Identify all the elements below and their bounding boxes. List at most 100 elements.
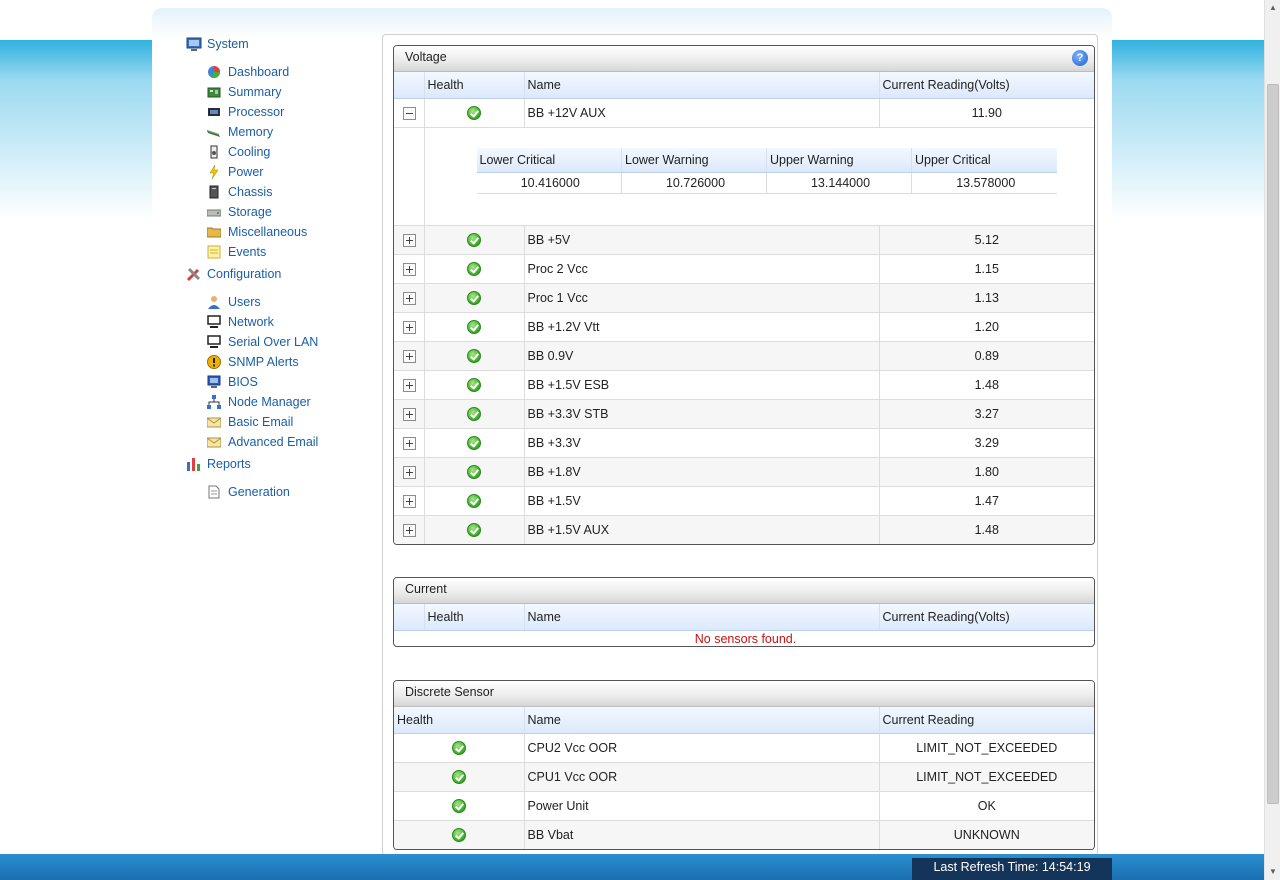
column-header-name[interactable]: Name — [524, 707, 880, 734]
table-row[interactable]: Proc 1 Vcc 1.13 — [394, 283, 1094, 313]
sidebar-item-label[interactable]: Summary — [228, 85, 281, 99]
sidebar-item-label[interactable]: SNMP Alerts — [228, 355, 299, 369]
sidebar-item-advanced-email[interactable]: Advanced Email — [186, 432, 376, 452]
table-row-expanded[interactable]: BB +12V AUX 11.90 — [394, 98, 1094, 128]
sidebar-item-users[interactable]: Users — [186, 292, 376, 312]
sidebar-item-label[interactable]: Users — [228, 295, 261, 309]
sidebar-item-label[interactable]: Advanced Email — [228, 435, 318, 449]
sidebar-item-storage[interactable]: Storage — [186, 202, 376, 222]
expand-cell[interactable] — [394, 457, 425, 487]
scroll-down-arrow-icon[interactable]: ▼ — [1265, 864, 1280, 880]
nav-group-system[interactable]: System — [186, 36, 376, 52]
table-row[interactable]: BB +1.5V 1.47 — [394, 486, 1094, 516]
nav-group-reports[interactable]: Reports — [186, 456, 376, 472]
scroll-up-arrow-icon[interactable]: ▲ — [1265, 0, 1280, 16]
table-row[interactable]: BB Vbat UNKNOWN — [394, 820, 1094, 849]
sidebar-item-label[interactable]: BIOS — [228, 375, 258, 389]
column-header-name[interactable]: Name — [524, 72, 880, 99]
expand-cell[interactable] — [394, 399, 425, 429]
expand-icon[interactable] — [403, 262, 417, 276]
sidebar-item-basic-email[interactable]: Basic Email — [186, 412, 376, 432]
sidebar-item-label[interactable]: Dashboard — [228, 65, 289, 79]
nav-group-configuration[interactable]: Configuration — [186, 266, 376, 282]
column-header-health[interactable]: Health — [394, 707, 525, 734]
table-row[interactable]: BB 0.9V 0.89 — [394, 341, 1094, 371]
sidebar-item-node-manager[interactable]: Node Manager — [186, 392, 376, 412]
expand-cell[interactable] — [394, 254, 425, 284]
sidebar-item-dashboard[interactable]: Dashboard — [186, 62, 376, 82]
column-header-health[interactable]: Health — [424, 604, 525, 631]
sidebar-item-events[interactable]: Events — [186, 242, 376, 262]
table-row[interactable]: BB +1.8V 1.80 — [394, 457, 1094, 487]
expand-icon[interactable] — [403, 523, 417, 537]
sidebar-item-label[interactable]: Serial Over LAN — [228, 335, 318, 349]
expand-cell[interactable] — [394, 370, 425, 400]
column-header-reading[interactable]: Current Reading — [879, 707, 1094, 734]
expand-icon[interactable] — [403, 233, 417, 247]
column-header-name[interactable]: Name — [524, 604, 880, 631]
table-row[interactable]: CPU2 Vcc OOR LIMIT_NOT_EXCEEDED — [394, 733, 1094, 763]
sidebar-item-label[interactable]: Power — [228, 165, 263, 179]
sidebar-item-snmp-alerts[interactable]: SNMP Alerts — [186, 352, 376, 372]
sidebar-item-label[interactable]: Processor — [228, 105, 284, 119]
sidebar-item-label[interactable]: Chassis — [228, 185, 272, 199]
sidebar-item-label[interactable]: Node Manager — [228, 395, 311, 409]
collapse-icon[interactable] — [403, 106, 417, 120]
expand-icon[interactable] — [403, 436, 417, 450]
sidebar-item-miscellaneous[interactable]: Miscellaneous — [186, 222, 376, 242]
bios-monitor-icon — [207, 375, 221, 388]
scroll-thumb[interactable] — [1267, 84, 1279, 804]
expand-cell[interactable] — [394, 283, 425, 313]
sidebar-item-serial-over-lan[interactable]: Serial Over LAN — [186, 332, 376, 352]
expand-icon[interactable] — [403, 291, 417, 305]
sidebar-item-processor[interactable]: Processor — [186, 102, 376, 122]
sidebar-item-bios[interactable]: BIOS — [186, 372, 376, 392]
sidebar-item-label[interactable]: Network — [228, 315, 274, 329]
table-row[interactable]: Power Unit OK — [394, 791, 1094, 821]
sidebar-item-summary[interactable]: Summary — [186, 82, 376, 102]
expand-icon[interactable] — [403, 320, 417, 334]
expand-cell[interactable] — [394, 225, 425, 255]
sidebar-item-label[interactable]: Basic Email — [228, 415, 293, 429]
nav-group-label[interactable]: System — [207, 37, 249, 51]
expand-cell[interactable] — [394, 312, 425, 342]
table-row[interactable]: BB +1.2V Vtt 1.20 — [394, 312, 1094, 342]
table-row[interactable]: BB +3.3V 3.29 — [394, 428, 1094, 458]
sidebar-item-label[interactable]: Generation — [228, 485, 290, 499]
table-row[interactable]: BB +1.5V AUX 1.48 — [394, 515, 1094, 544]
column-header-reading[interactable]: Current Reading(Volts) — [879, 72, 1094, 99]
sidebar-item-cooling[interactable]: Cooling — [186, 142, 376, 162]
sidebar-item-label[interactable]: Memory — [228, 125, 273, 139]
collapse-cell[interactable] — [394, 98, 425, 128]
expand-cell[interactable] — [394, 486, 425, 516]
vertical-scrollbar[interactable]: ▲ ▼ — [1264, 0, 1280, 880]
help-icon[interactable]: ? — [1072, 50, 1088, 66]
sidebar-item-power[interactable]: Power — [186, 162, 376, 182]
table-row[interactable]: Proc 2 Vcc 1.15 — [394, 254, 1094, 284]
sidebar-item-chassis[interactable]: Chassis — [186, 182, 376, 202]
sidebar-item-generation[interactable]: Generation — [186, 482, 376, 502]
column-header-health[interactable]: Health — [424, 72, 525, 99]
column-header-reading[interactable]: Current Reading(Volts) — [879, 604, 1094, 631]
sidebar-item-label[interactable]: Storage — [228, 205, 272, 219]
sidebar-item-label[interactable]: Events — [228, 245, 266, 259]
sidebar-item-network[interactable]: Network — [186, 312, 376, 332]
expand-icon[interactable] — [403, 349, 417, 363]
sidebar-item-label[interactable]: Cooling — [228, 145, 270, 159]
current-title: Current — [405, 582, 447, 596]
nav-group-label[interactable]: Configuration — [207, 267, 281, 281]
expand-icon[interactable] — [403, 378, 417, 392]
table-row[interactable]: CPU1 Vcc OOR LIMIT_NOT_EXCEEDED — [394, 762, 1094, 792]
expand-cell[interactable] — [394, 341, 425, 371]
expand-cell[interactable] — [394, 515, 425, 544]
expand-icon[interactable] — [403, 407, 417, 421]
expand-icon[interactable] — [403, 494, 417, 508]
sidebar-item-memory[interactable]: Memory — [186, 122, 376, 142]
table-row[interactable]: BB +3.3V STB 3.27 — [394, 399, 1094, 429]
table-row[interactable]: BB +1.5V ESB 1.48 — [394, 370, 1094, 400]
expand-icon[interactable] — [403, 465, 417, 479]
expand-cell[interactable] — [394, 428, 425, 458]
table-row[interactable]: BB +5V 5.12 — [394, 225, 1094, 255]
sidebar-item-label[interactable]: Miscellaneous — [228, 225, 307, 239]
nav-group-label[interactable]: Reports — [207, 457, 251, 471]
